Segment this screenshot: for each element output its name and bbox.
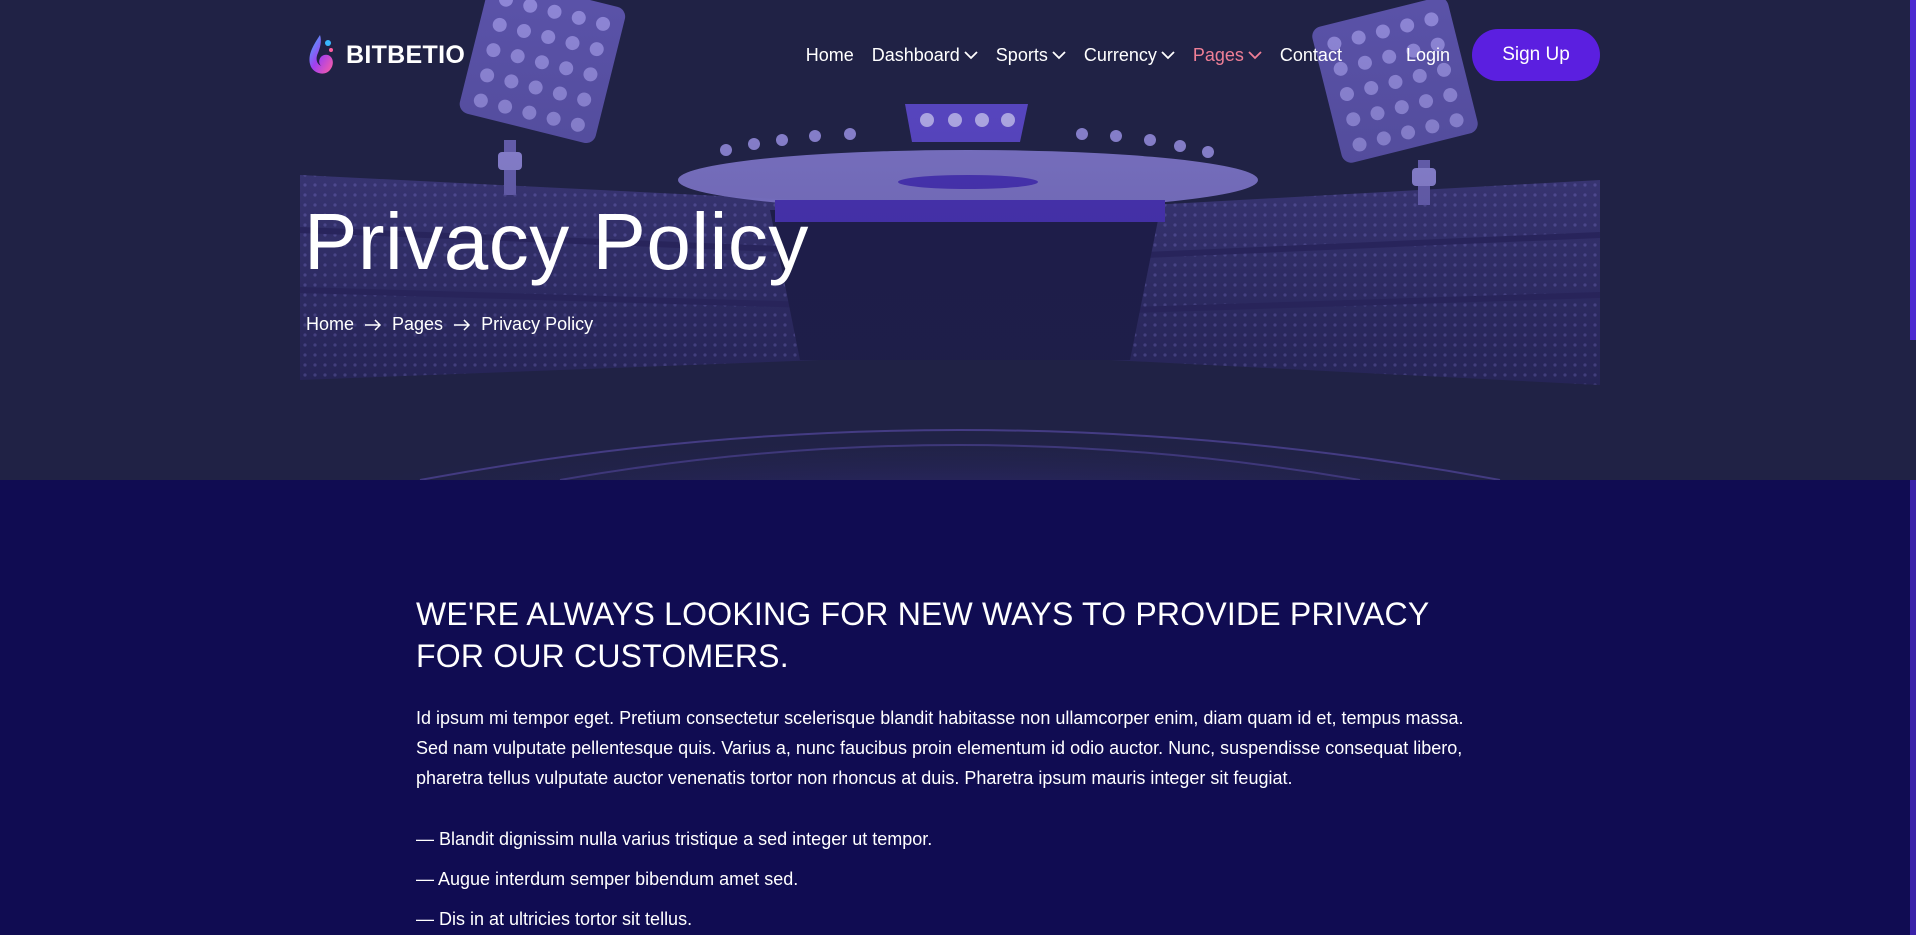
breadcrumb-pages[interactable]: Pages [392,314,443,335]
arrow-right-icon [454,318,471,331]
bullet-list: — Blandit dignissim nulla varius tristiq… [416,825,1496,933]
privacy-content: WE'RE ALWAYS LOOKING FOR NEW WAYS TO PRO… [0,480,1916,935]
breadcrumb-current: Privacy Policy [481,314,594,334]
nav-item-currency[interactable]: Currency [1084,45,1175,66]
flame-drop-icon [309,35,333,74]
breadcrumb: Home Pages Privacy Policy [306,314,593,335]
list-item: — Augue interdum semper bibendum amet se… [416,869,799,889]
nav-item-label: Contact [1279,44,1342,65]
top-navbar: BITBETIO Home Dashboard Sports Currency [306,28,1600,82]
nav-item-label: Currency [1083,44,1157,65]
nav-item-label: Home [805,44,854,65]
page-title: Privacy Policy [304,197,809,286]
scrollbar-track[interactable] [1910,480,1916,935]
scrollbar-thumb[interactable] [1910,0,1916,340]
nav-item-label: Sports [995,44,1048,65]
content-body: WE'RE ALWAYS LOOKING FOR NEW WAYS TO PRO… [416,593,1496,935]
nav-item-contact[interactable]: Contact [1280,45,1342,66]
signup-button[interactable]: Sign Up [1472,29,1600,81]
nav-item-home[interactable]: Home [806,45,854,66]
chevron-down-icon [964,50,978,59]
page: BITBETIO Home Dashboard Sports Currency [0,0,1916,935]
list-item: — Dis in at ultricies tortor sit tellus. [416,909,693,929]
chevron-down-icon [1161,50,1175,59]
hero-banner: BITBETIO Home Dashboard Sports Currency [0,0,1916,480]
nav-item-sports[interactable]: Sports [996,45,1066,66]
chevron-down-icon [1248,50,1262,59]
breadcrumb-home[interactable]: Home [306,314,354,335]
nav-item-pages[interactable]: Pages [1193,45,1262,66]
nav-item-label: Pages [1192,44,1244,65]
chevron-down-icon [1052,50,1066,59]
brand-name: BITBETIO [346,40,466,69]
list-item: — Blandit dignissim nulla varius tristiq… [416,829,933,849]
main-menu: Home Dashboard Sports Currency Pages Con… [806,45,1342,66]
intro-paragraph: Id ipsum mi tempor eget. Pretium consect… [416,708,1464,788]
arrow-right-icon [365,318,382,331]
brand-logo[interactable]: BITBETIO [306,33,465,77]
nav-item-label: Dashboard [871,44,960,65]
login-link[interactable]: Login [1406,45,1450,66]
section-heading: WE'RE ALWAYS LOOKING FOR NEW WAYS TO PRO… [416,596,1429,674]
nav-item-dashboard[interactable]: Dashboard [872,45,978,66]
